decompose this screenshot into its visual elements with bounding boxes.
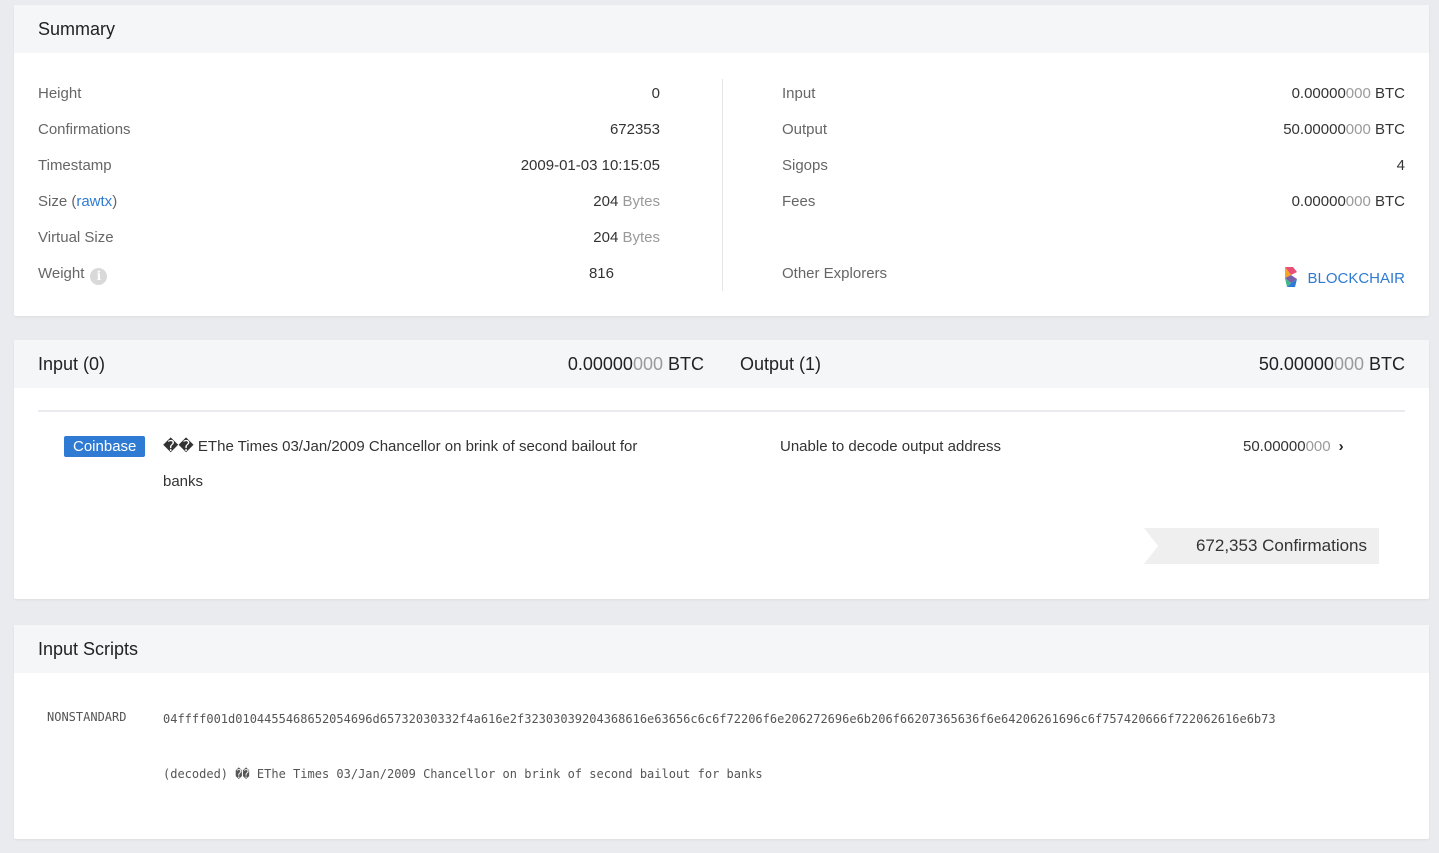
fees-label: Fees [782, 193, 816, 210]
confirmations-label: Confirmations [38, 121, 131, 138]
input-scripts-header: Input Scripts [14, 625, 1429, 673]
summary-header: Summary [14, 5, 1429, 53]
summary-title: Summary [38, 19, 116, 39]
height-value-link[interactable]: 0 [652, 85, 660, 102]
output-amount-main: 50.00000 [1243, 438, 1306, 455]
coinbase-badge: Coinbase [64, 436, 146, 457]
script-type: NONSTANDARD [47, 710, 127, 724]
input-total: 0.00000000 BTC [568, 354, 704, 375]
output-amount[interactable]: 50.00000000 › [1243, 438, 1344, 455]
other-explorers-label: Other Explorers [782, 265, 888, 282]
chevron-right-icon[interactable]: › [1339, 438, 1344, 455]
input-scripts-card: Input Scripts NONSTANDARD 04ffff001d0104… [14, 625, 1429, 839]
timestamp-value: 2009-01-03 10:15:05 [520, 157, 660, 174]
timestamp-label: Timestamp [38, 157, 112, 174]
output-total-main: 50.00000 [1258, 354, 1334, 374]
output-total-dim: 000 [1333, 354, 1364, 374]
fees-value-main: 0.00000 [1291, 193, 1346, 210]
sigops-label: Sigops [782, 157, 828, 174]
size-label: Size (rawtx) [38, 193, 117, 210]
confirmations-value: 672353 [609, 121, 660, 138]
transaction-page: Summary Height 0 Confirmations 672353 Ti… [0, 0, 1439, 853]
output-address: Unable to decode output address [780, 438, 1001, 455]
input-count-title: Input (0) [38, 354, 106, 374]
info-icon[interactable]: i [90, 268, 108, 285]
input-value-main: 0.00000 [1291, 85, 1346, 102]
size-label-end: ) [112, 193, 118, 210]
confirmations-badge: 672,353 Confirmations [1144, 528, 1379, 564]
input-label: Input [782, 85, 816, 102]
virtual-size-number: 204 [593, 229, 619, 246]
fees-value: 0.00000000 BTC [1292, 193, 1405, 210]
output-count-title: Output (1) [740, 354, 822, 374]
size-value-unit: Bytes [622, 193, 660, 210]
output-value: 50.00000000 BTC [1283, 121, 1405, 138]
summary-card: Summary Height 0 Confirmations 672353 Ti… [14, 5, 1429, 316]
blockchair-link-wrapper[interactable]: BLOCKCHAIR [1281, 265, 1405, 289]
output-label: Output [782, 121, 828, 138]
blockchair-link[interactable]: BLOCKCHAIR [1307, 270, 1405, 287]
io-card: Input (0) 0.00000000 BTC Output (1) 50.0… [14, 340, 1429, 599]
script-decoded: (decoded) �� EThe Times 03/Jan/2009 Chan… [163, 767, 763, 781]
sigops-value: 4 [1396, 157, 1405, 174]
fees-value-unit: BTC [1375, 193, 1405, 210]
size-value: 204 Bytes [593, 193, 660, 210]
output-value-unit: BTC [1375, 121, 1405, 138]
io-header: Input (0) 0.00000000 BTC Output (1) 50.0… [14, 340, 1429, 388]
size-value-number: 204 [593, 193, 619, 210]
column-divider [722, 79, 723, 291]
output-amount-dim: 000 [1305, 438, 1331, 455]
script-hex: 04ffff001d0104455468652054696d6573203033… [163, 712, 1276, 726]
io-divider [38, 410, 1405, 412]
size-label-text: Size ( [38, 193, 77, 210]
output-total-unit: BTC [1369, 354, 1405, 374]
virtual-size-unit: Bytes [622, 229, 660, 246]
fees-value-dim: 000 [1345, 193, 1371, 210]
weight-label-text: Weight [38, 265, 85, 282]
input-scripts-title: Input Scripts [38, 639, 139, 659]
coinbase-message: �� EThe Times 03/Jan/2009 Chancellor on … [163, 438, 638, 490]
height-label: Height [38, 85, 82, 102]
input-total-dim: 000 [632, 354, 663, 374]
blockchair-icon [1285, 267, 1298, 287]
input-value-unit: BTC [1375, 85, 1405, 102]
virtual-size-value: 204 Bytes [593, 229, 660, 246]
output-value-main: 50.00000 [1283, 121, 1346, 138]
input-total-main: 0.00000 [567, 354, 633, 374]
input-value-dim: 000 [1345, 85, 1371, 102]
weight-value: 816 [588, 265, 614, 282]
input-value: 0.00000000 BTC [1292, 85, 1405, 102]
input-total-unit: BTC [668, 354, 704, 374]
output-value-dim: 000 [1345, 121, 1371, 138]
rawtx-link[interactable]: rawtx [76, 193, 112, 210]
weight-label: Weight i [38, 265, 108, 285]
virtual-size-label: Virtual Size [38, 229, 114, 246]
output-total: 50.00000000 BTC [1259, 354, 1405, 375]
